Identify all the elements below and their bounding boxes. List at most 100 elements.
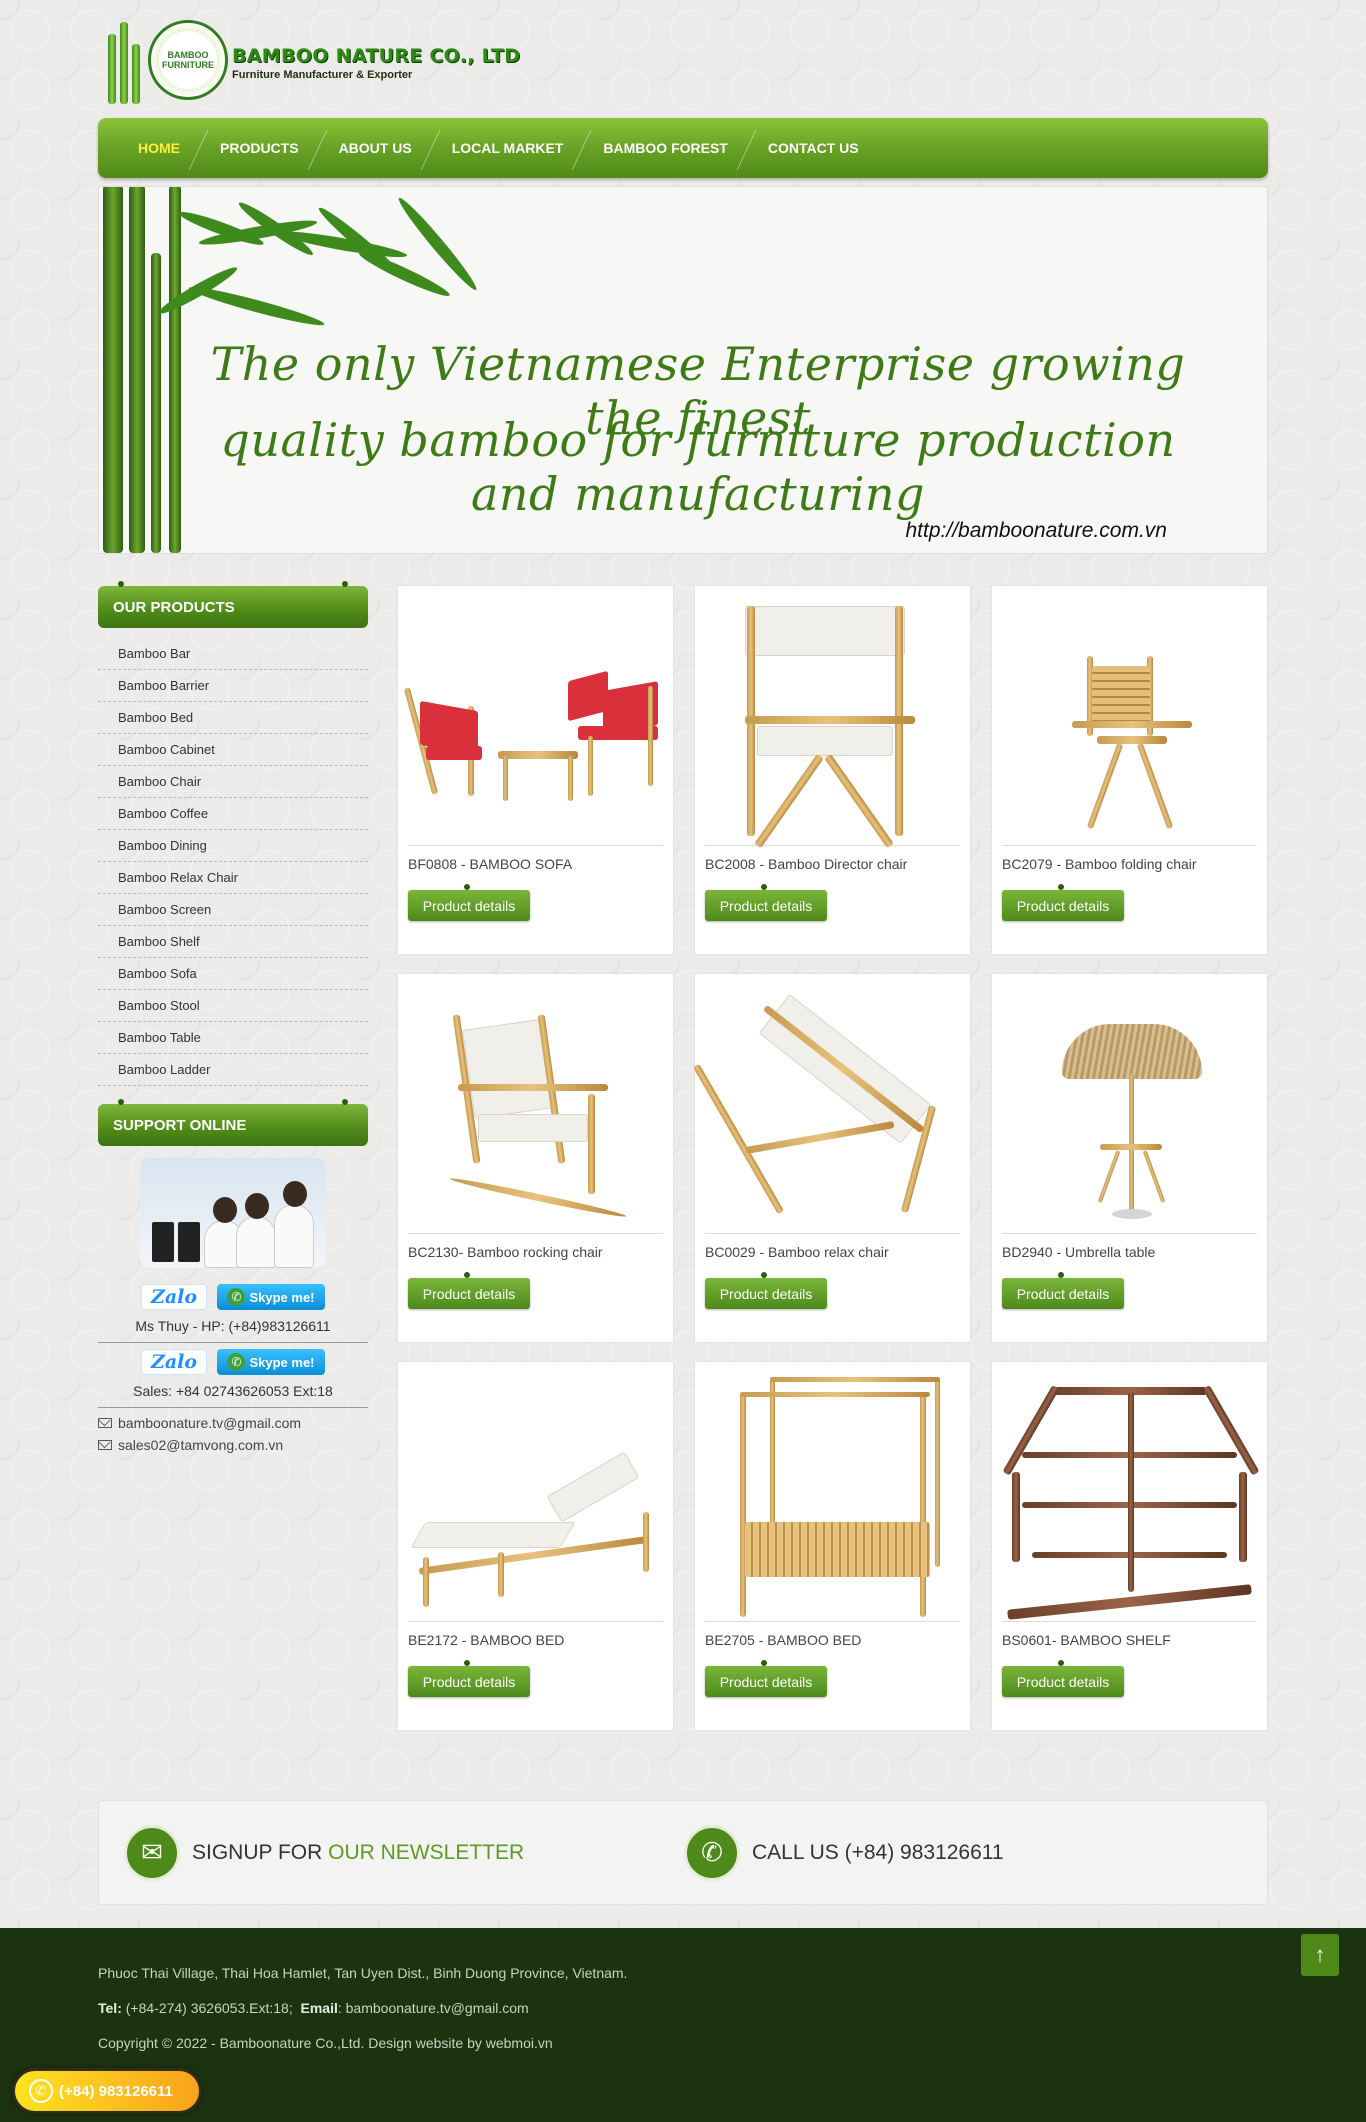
product-details-button[interactable]: Product details xyxy=(1002,1272,1124,1309)
hotline-button[interactable]: ✆ (+84) 983126611 xyxy=(12,2068,202,2114)
phone-icon: ✆ xyxy=(684,1824,740,1881)
product-title: BE2705 - BAMBOO BED xyxy=(705,1632,862,1648)
company-tagline: Furniture Manufacturer & Exporter xyxy=(232,69,413,81)
email-row-2[interactable]: sales02@tamvong.com.vn xyxy=(98,1434,368,1456)
category-bamboo-table[interactable]: Bamboo Table xyxy=(98,1022,368,1054)
umbrella-table-image xyxy=(1002,984,1257,1234)
support-contact-thuy: Ms Thuy - HP: (+84)983126611 xyxy=(98,1310,368,1343)
hexagon-shelf-image xyxy=(1002,1372,1260,1622)
arrow-up-icon: ↑ xyxy=(1314,1942,1326,1967)
footer-contact: Tel: (+84-274) 3626053.Ext:18; Email: ba… xyxy=(98,1999,529,2016)
product-card[interactable]: BE2705 - BAMBOO BED Product details xyxy=(695,1362,970,1730)
lounger-bed-image xyxy=(408,1372,663,1622)
skype-button-1[interactable]: ✆ Skype me! xyxy=(217,1284,325,1310)
category-bamboo-bar[interactable]: Bamboo Bar xyxy=(98,638,368,670)
product-details-button[interactable]: Product details xyxy=(408,1272,530,1309)
category-bamboo-cabinet[interactable]: Bamboo Cabinet xyxy=(98,734,368,766)
skype-label: Skype me! xyxy=(249,1289,315,1305)
support-online-heading: SUPPORT ONLINE xyxy=(98,1099,368,1146)
product-card[interactable]: BC2008 - Bamboo Director chair Product d… xyxy=(695,586,970,954)
sidebar: OUR PRODUCTS Bamboo Bar Bamboo Barrier B… xyxy=(98,581,368,1730)
nav-about-us[interactable]: ABOUT US xyxy=(319,118,432,178)
product-card[interactable]: BE2172 - BAMBOO BED Product details xyxy=(398,1362,673,1730)
product-title: BE2172 - BAMBOO BED xyxy=(408,1632,565,1648)
footer-tel-label: Tel: xyxy=(98,1999,122,2016)
product-title: BD2940 - Umbrella table xyxy=(1002,1244,1156,1260)
product-title: BC2079 - Bamboo folding chair xyxy=(1002,856,1197,872)
canopy-bed-image xyxy=(705,1372,960,1622)
nav-products[interactable]: PRODUCTS xyxy=(200,118,319,178)
product-card[interactable]: BC0029 - Bamboo relax chair Product deta… xyxy=(692,974,970,1342)
nav-local-market[interactable]: LOCAL MARKET xyxy=(432,118,584,178)
call-us-label: CALL US (+84) 983126611 xyxy=(752,1840,1004,1864)
support-email-2: sales02@tamvong.com.vn xyxy=(118,1437,284,1453)
site-footer: Phuoc Thai Village, Thai Hoa Hamlet, Tan… xyxy=(0,1928,1366,2122)
product-details-button[interactable]: Product details xyxy=(1002,884,1124,921)
category-bamboo-dining[interactable]: Bamboo Dining xyxy=(98,830,368,862)
envelope-icon: ✉ xyxy=(124,1824,180,1881)
category-bamboo-relax-chair[interactable]: Bamboo Relax Chair xyxy=(98,862,368,894)
product-title: BC0029 - Bamboo relax chair xyxy=(705,1244,889,1260)
envelope-icon xyxy=(98,1418,112,1428)
product-details-button[interactable]: Product details xyxy=(1002,1660,1124,1697)
product-details-button[interactable]: Product details xyxy=(705,1272,827,1309)
footer-email[interactable]: bamboonature.tv@gmail.com xyxy=(346,2000,529,2016)
category-bamboo-chair[interactable]: Bamboo Chair xyxy=(98,766,368,798)
footer-copyright: Copyright © 2022 - Bamboonature Co.,Ltd.… xyxy=(98,2034,553,2051)
support-agents-image xyxy=(140,1158,326,1268)
product-card[interactable]: BD2940 - Umbrella table Product details xyxy=(992,974,1267,1342)
product-title: BC2008 - Bamboo Director chair xyxy=(705,856,908,872)
product-card[interactable]: BC2130- Bamboo rocking chair Product det… xyxy=(398,974,673,1342)
site-header: BAMBOO FURNITURE BAMBOO NATURE CO., LTD … xyxy=(98,0,1268,118)
product-details-button[interactable]: Product details xyxy=(705,884,827,921)
product-grid: BF0808 - BAMBOO SOFA Product details BC2… xyxy=(398,586,1268,1730)
category-bamboo-barrier[interactable]: Bamboo Barrier xyxy=(98,670,368,702)
skype-button-2[interactable]: ✆ Skype me! xyxy=(217,1349,325,1375)
product-details-button[interactable]: Product details xyxy=(408,1660,530,1697)
category-bamboo-stool[interactable]: Bamboo Stool xyxy=(98,990,368,1022)
bamboo-logo-icon: BAMBOO FURNITURE xyxy=(98,20,228,106)
category-bamboo-bed[interactable]: Bamboo Bed xyxy=(98,702,368,734)
envelope-icon xyxy=(98,1440,112,1450)
category-bamboo-ladder[interactable]: Bamboo Ladder xyxy=(98,1054,368,1086)
main-nav: HOME PRODUCTS ABOUT US LOCAL MARKET BAMB… xyxy=(98,118,1268,178)
folding-chair-image xyxy=(1002,596,1257,846)
product-card[interactable]: BF0808 - BAMBOO SOFA Product details xyxy=(398,586,673,954)
banner-url: http://bamboonature.com.vn xyxy=(905,519,1168,542)
product-title: BF0808 - BAMBOO SOFA xyxy=(408,856,573,872)
email-row-1[interactable]: bamboonature.tv@gmail.com xyxy=(98,1412,368,1434)
product-title: BC2130- Bamboo rocking chair xyxy=(408,1244,603,1260)
newsletter-signup[interactable]: ✉ SIGNUP FOR OUR NEWSLETTER xyxy=(124,1824,684,1881)
product-title: BS0601- BAMBOO SHELF xyxy=(1002,1632,1171,1648)
support-online: SUPPORT ONLINE Zalo ✆ Skype me! Ms Thuy … xyxy=(98,1099,368,1456)
support-email-1: bamboonature.tv@gmail.com xyxy=(118,1415,302,1431)
nav-bamboo-forest[interactable]: BAMBOO FOREST xyxy=(583,118,747,178)
sofa-set-image xyxy=(403,596,663,846)
phone-icon: ✆ xyxy=(227,1288,246,1306)
support-contact-sales: Sales: +84 02743626053 Ext:18 xyxy=(98,1375,368,1408)
product-details-button[interactable]: Product details xyxy=(408,884,530,921)
phone-icon: ✆ xyxy=(29,2079,53,2103)
call-us[interactable]: ✆ CALL US (+84) 983126611 xyxy=(684,1824,1244,1881)
product-card[interactable]: BC2079 - Bamboo folding chair Product de… xyxy=(992,586,1267,954)
category-bamboo-coffee[interactable]: Bamboo Coffee xyxy=(98,798,368,830)
our-products-heading: OUR PRODUCTS xyxy=(98,581,368,628)
site-logo[interactable]: BAMBOO FURNITURE BAMBOO NATURE CO., LTD … xyxy=(98,20,520,106)
nav-contact-us[interactable]: CONTACT US xyxy=(748,118,879,178)
back-to-top-button[interactable]: ↑ xyxy=(1301,1934,1339,1976)
footer-tel: (+84-274) 3626053.Ext:18; xyxy=(125,1999,293,2016)
product-details-button[interactable]: Product details xyxy=(705,1660,827,1697)
hotline-number: (+84) 983126611 xyxy=(59,2082,173,2100)
product-card[interactable]: BS0601- BAMBOO SHELF Product details xyxy=(992,1362,1267,1730)
company-name: BAMBOO NATURE CO., LTD xyxy=(232,45,521,67)
zalo-button-1[interactable]: Zalo xyxy=(141,1284,207,1310)
newsletter-bar: ✉ SIGNUP FOR OUR NEWSLETTER ✆ CALL US (+… xyxy=(98,1800,1268,1905)
category-bamboo-sofa[interactable]: Bamboo Sofa xyxy=(98,958,368,990)
category-bamboo-screen[interactable]: Bamboo Screen xyxy=(98,894,368,926)
zalo-button-2[interactable]: Zalo xyxy=(141,1349,207,1375)
category-bamboo-shelf[interactable]: Bamboo Shelf xyxy=(98,926,368,958)
logo-circle-text: BAMBOO FURNITURE xyxy=(148,20,228,100)
footer-address: Phuoc Thai Village, Thai Hoa Hamlet, Tan… xyxy=(98,1964,628,1981)
relax-chair-image xyxy=(692,984,960,1234)
phone-icon: ✆ xyxy=(227,1353,246,1371)
